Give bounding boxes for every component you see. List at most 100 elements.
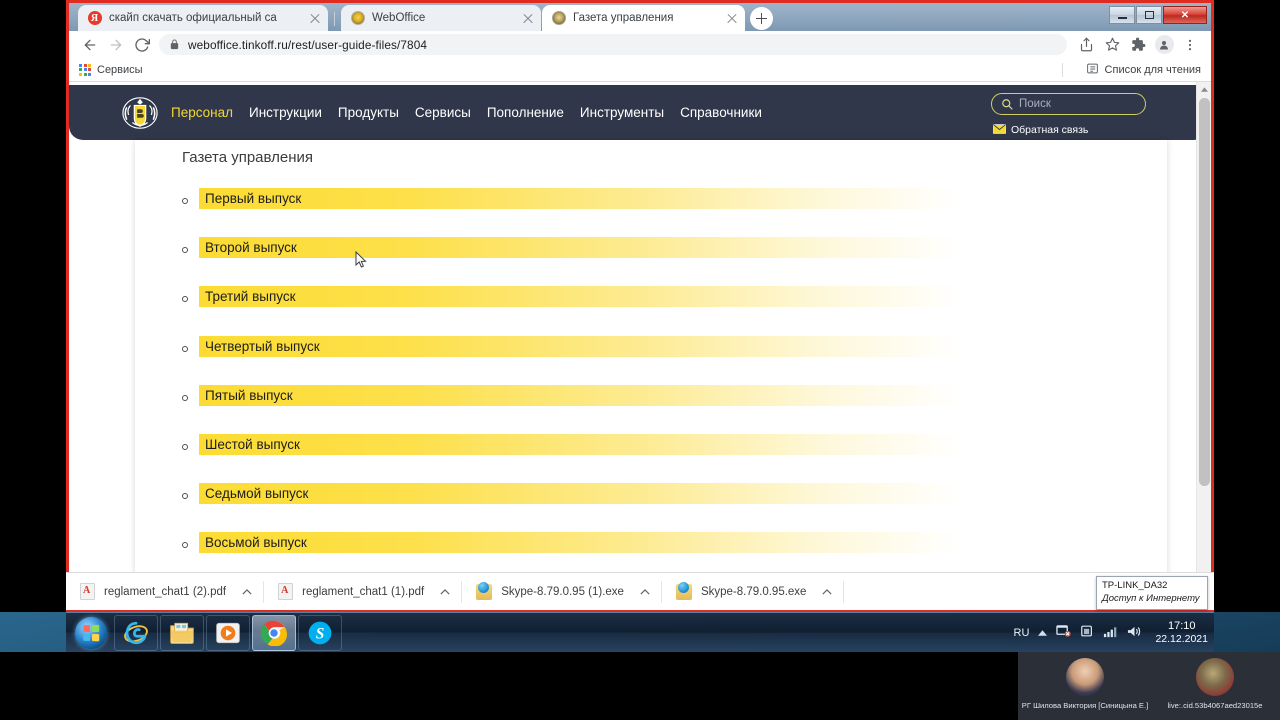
nav-link-services[interactable]: Сервисы bbox=[415, 105, 471, 120]
forward-arrow-icon[interactable] bbox=[103, 32, 129, 58]
minimize-button[interactable] bbox=[1109, 6, 1135, 24]
highlight-bar bbox=[199, 384, 961, 406]
avatar bbox=[1066, 658, 1104, 696]
issue-link[interactable]: Седьмой выпуск bbox=[205, 484, 308, 503]
google-chrome-icon[interactable] bbox=[252, 614, 296, 651]
tooltip-network-name: TP-LINK_DA32 bbox=[1102, 580, 1168, 591]
list-item[interactable]: Третий выпуск bbox=[182, 278, 1142, 327]
video-participant-1[interactable]: РГ Шилова Виктория [Синицына Е.] bbox=[1020, 658, 1150, 718]
bullet-icon bbox=[182, 296, 188, 303]
battery-icon[interactable] bbox=[1080, 624, 1094, 641]
download-item-3[interactable]: Skype-8.79.0.95 (1).exe bbox=[462, 573, 661, 611]
issue-link[interactable]: Восьмой выпуск bbox=[205, 533, 307, 552]
windows-start-icon[interactable] bbox=[68, 615, 114, 651]
close-icon[interactable] bbox=[725, 11, 739, 25]
chevron-up-icon[interactable] bbox=[439, 588, 451, 595]
avatar-icon[interactable] bbox=[1151, 32, 1177, 58]
download-filename: Skype-8.79.0.95.exe bbox=[700, 585, 807, 598]
list-item[interactable]: Восьмой выпуск bbox=[182, 524, 1142, 573]
issue-link[interactable]: Второй выпуск bbox=[205, 238, 297, 257]
tab-title: WebOffice bbox=[372, 12, 426, 24]
volume-icon[interactable] bbox=[1127, 625, 1142, 641]
bullet-icon bbox=[182, 394, 188, 401]
issue-link[interactable]: Четвертый выпуск bbox=[205, 337, 320, 356]
tab-separator bbox=[334, 12, 335, 26]
show-hidden-icons-icon[interactable] bbox=[1038, 627, 1048, 639]
issue-list: Первый выпуск Второй выпуск Третий выпус… bbox=[182, 180, 1142, 574]
close-icon[interactable] bbox=[521, 11, 535, 25]
issue-link[interactable]: Пятый выпуск bbox=[205, 386, 293, 405]
clock-time: 17:10 bbox=[1167, 619, 1196, 632]
scrollbar-thumb[interactable] bbox=[1199, 98, 1210, 486]
nav-link-instructions[interactable]: Инструкции bbox=[249, 105, 322, 120]
back-arrow-icon[interactable] bbox=[77, 32, 103, 58]
highlight-bar bbox=[199, 483, 961, 505]
bookmark-apps-services[interactable]: Сервисы bbox=[79, 63, 143, 76]
issue-link[interactable]: Третий выпуск bbox=[205, 287, 296, 306]
chevron-up-icon[interactable] bbox=[821, 588, 833, 595]
media-player-icon[interactable] bbox=[206, 614, 250, 651]
browser-tab-1[interactable]: Я скайп скачать официальный са bbox=[78, 5, 328, 31]
bullet-icon bbox=[182, 443, 188, 450]
video-participant-2[interactable]: live:.cid.53b4067aed23015e bbox=[1150, 658, 1280, 718]
puzzle-icon[interactable] bbox=[1125, 32, 1151, 58]
skype-icon[interactable]: S bbox=[298, 614, 342, 651]
chevron-up-icon[interactable] bbox=[639, 588, 651, 595]
nav-link-personal[interactable]: Персонал bbox=[171, 105, 233, 120]
browser-tab-3-active[interactable]: Газета управления bbox=[542, 5, 745, 31]
action-center-icon[interactable] bbox=[1056, 624, 1072, 641]
list-item[interactable]: Четвертый выпуск bbox=[182, 328, 1142, 377]
issue-link[interactable]: Первый выпуск bbox=[205, 189, 301, 208]
svg-text:S: S bbox=[316, 625, 325, 642]
network-tooltip: TP-LINK_DA32 Доступ к Интернету bbox=[1096, 576, 1208, 610]
chrome-browser-window: Я скайп скачать официальный са WebOffice… bbox=[66, 0, 1214, 612]
new-tab-button[interactable] bbox=[750, 7, 773, 30]
address-bar[interactable]: weboffice.tinkoff.ru/rest/user-guide-fil… bbox=[159, 34, 1067, 55]
search-icon bbox=[1001, 98, 1013, 110]
reading-list-button[interactable]: Список для чтения bbox=[1086, 62, 1201, 78]
close-window-button[interactable]: ✕ bbox=[1163, 6, 1207, 24]
list-item[interactable]: Пятый выпуск bbox=[182, 377, 1142, 426]
bullet-icon bbox=[182, 247, 188, 254]
list-item[interactable]: Седьмой выпуск bbox=[182, 475, 1142, 524]
taskbar-clock[interactable]: 17:10 22.12.2021 bbox=[1155, 620, 1208, 646]
issue-link[interactable]: Шестой выпуск bbox=[205, 435, 300, 454]
reading-list-label: Список для чтения bbox=[1104, 63, 1201, 76]
file-explorer-icon[interactable] bbox=[160, 614, 204, 651]
language-indicator[interactable]: RU bbox=[1014, 627, 1030, 639]
nav-link-tools[interactable]: Инструменты bbox=[580, 105, 664, 120]
nav-link-directories[interactable]: Справочники bbox=[680, 105, 762, 120]
list-item[interactable]: Второй выпуск bbox=[182, 229, 1142, 278]
chevron-up-icon[interactable] bbox=[241, 588, 253, 595]
browser-toolbar: weboffice.tinkoff.ru/rest/user-guide-fil… bbox=[69, 31, 1211, 58]
download-item-1[interactable]: reglament_chat1 (2).pdf bbox=[66, 573, 263, 611]
feedback-label: Обратная связь bbox=[1011, 124, 1089, 136]
list-item[interactable]: Первый выпуск bbox=[182, 180, 1142, 229]
close-icon[interactable] bbox=[308, 11, 322, 25]
list-item[interactable]: Шестой выпуск bbox=[182, 426, 1142, 475]
content-card: Газета управления Первый выпуск Второй в… bbox=[135, 140, 1167, 606]
reading-list-icon bbox=[1086, 62, 1099, 78]
share-icon[interactable] bbox=[1073, 32, 1099, 58]
download-filename: reglament_chat1 (2).pdf bbox=[104, 585, 227, 598]
feedback-link[interactable]: Обратная связь bbox=[991, 121, 1146, 139]
star-icon[interactable] bbox=[1099, 32, 1125, 58]
browser-tab-2[interactable]: WebOffice bbox=[341, 5, 541, 31]
pdf-file-icon bbox=[80, 583, 95, 600]
download-separator bbox=[843, 580, 845, 603]
page-title: Газета управления bbox=[182, 149, 314, 166]
three-dot-menu-icon[interactable] bbox=[1177, 32, 1203, 58]
internet-explorer-icon[interactable] bbox=[114, 614, 158, 651]
nav-link-replenishment[interactable]: Пополнение bbox=[487, 105, 564, 120]
page-scrollbar[interactable] bbox=[1196, 82, 1211, 606]
yandex-icon: Я bbox=[87, 11, 102, 26]
nav-link-products[interactable]: Продукты bbox=[338, 105, 399, 120]
network-signal-icon[interactable] bbox=[1103, 625, 1118, 641]
download-item-2[interactable]: reglament_chat1 (1).pdf bbox=[264, 573, 461, 611]
reload-icon[interactable] bbox=[129, 32, 155, 58]
maximize-button[interactable] bbox=[1136, 6, 1162, 24]
apps-grid-icon bbox=[79, 63, 91, 76]
search-input[interactable]: Поиск bbox=[991, 93, 1146, 115]
scroll-up-icon[interactable] bbox=[1197, 82, 1211, 97]
download-item-4[interactable]: Skype-8.79.0.95.exe bbox=[662, 573, 844, 611]
